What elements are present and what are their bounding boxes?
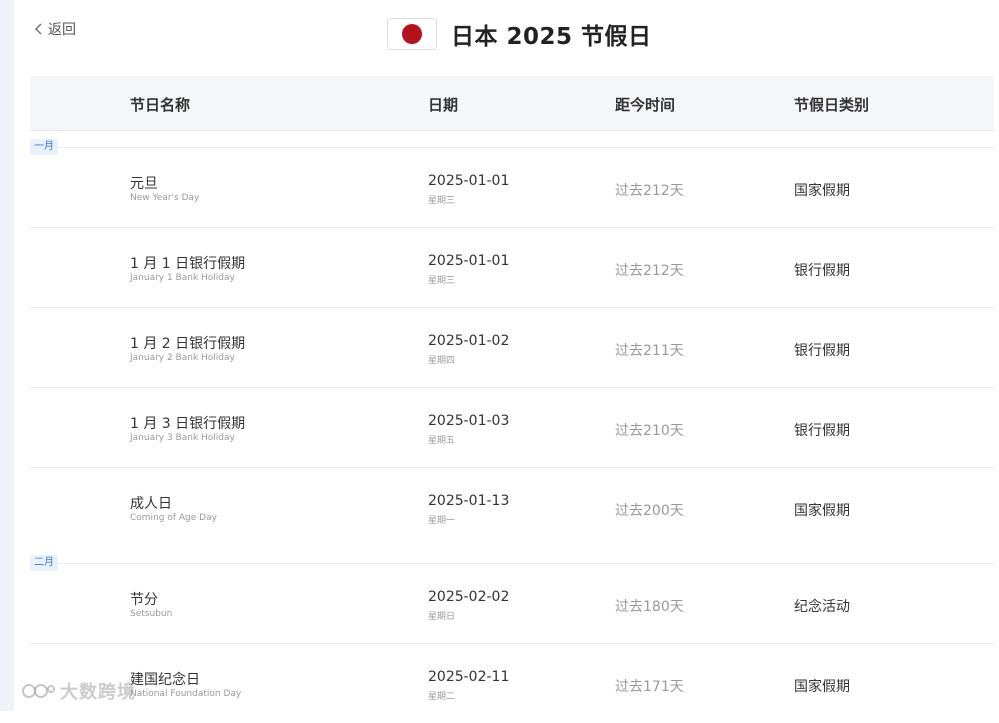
holiday-name-en: Setsubun: [130, 609, 173, 619]
holiday-distance: 过去211天: [615, 343, 684, 359]
flag-sun: [402, 24, 422, 44]
holiday-date: 2025-01-01: [428, 253, 510, 269]
chevron-left-icon: [32, 22, 46, 36]
holiday-type: 银行假期: [794, 423, 850, 439]
watermark: 大数跨境: [22, 678, 136, 704]
holiday-type: 银行假期: [794, 263, 850, 279]
holiday-name-en: National Foundation Day: [130, 689, 242, 699]
holiday-date: 2025-02-11: [428, 669, 510, 685]
holiday-name: 1 月 2 日银行假期: [130, 336, 246, 352]
table-row[interactable]: 建国纪念日 National Foundation Day 2025-02-11 星期…: [30, 643, 994, 723]
holiday-distance: 过去212天: [615, 183, 684, 199]
month-divider: 一月: [30, 131, 994, 155]
holiday-distance: 过去180天: [615, 599, 684, 615]
table-header: 节日名称 日期 距今时间 节假日类别: [30, 76, 994, 131]
holiday-weekday: 星期一: [428, 516, 456, 526]
holiday-name: 1 月 3 日银行假期: [130, 416, 246, 432]
holiday-date: 2025-02-02: [428, 589, 510, 605]
holiday-weekday: 星期二: [428, 692, 456, 702]
month-badge: 二月: [30, 555, 58, 571]
back-label: 返回: [48, 22, 76, 38]
table-row[interactable]: 1 月 2 日银行假期 January 2 Bank Holiday 2025-01…: [30, 307, 994, 387]
holiday-type: 国家假期: [794, 503, 850, 519]
month-divider: 二月: [30, 547, 994, 571]
holiday-date: 2025-01-01: [428, 173, 510, 189]
holiday-name-en: New Year's Day: [130, 193, 200, 203]
back-button[interactable]: 返回: [32, 19, 76, 39]
table-row[interactable]: 元旦 New Year's Day 2025-01-01 星期三 过去212天 国家假期: [30, 147, 994, 227]
holiday-name: 建国纪念日: [130, 672, 200, 688]
holiday-type: 纪念活动: [794, 599, 850, 615]
holiday-weekday: 星期三: [428, 196, 456, 206]
holiday-name: 节分: [130, 592, 158, 608]
table-row[interactable]: 成人日 Coming of Age Day 2025-01-13 星期一 过去200天 国…: [30, 467, 994, 547]
table-row[interactable]: 1 月 1 日银行假期 January 1 Bank Holiday 2025-01…: [30, 227, 994, 307]
holiday-weekday: 星期四: [428, 356, 456, 366]
column-header-distance: 距今时间: [615, 96, 676, 114]
watermark-text: 大数跨境: [60, 682, 136, 703]
page-header: 日本 2025 节假日: [387, 17, 652, 51]
page-title: 日本 2025 节假日: [451, 24, 652, 50]
holiday-date: 2025-01-13: [428, 493, 510, 509]
japan-flag-icon: [387, 18, 437, 50]
holiday-type: 国家假期: [794, 183, 850, 199]
month-badge: 一月: [30, 139, 58, 155]
holiday-name: 成人日: [130, 496, 172, 512]
holiday-distance: 过去212天: [615, 263, 684, 279]
table-row[interactable]: 节分 Setsubun 2025-02-02 星期日 过去180天 纪念活动: [30, 563, 994, 643]
brand-logo-icon: [22, 682, 56, 700]
holiday-name-en: Coming of Age Day: [130, 513, 217, 523]
holiday-distance: 过去210天: [615, 423, 684, 439]
holiday-weekday: 星期日: [428, 612, 456, 622]
holiday-distance: 过去200天: [615, 503, 684, 519]
holiday-weekday: 星期三: [428, 276, 456, 286]
holiday-name-en: January 1 Bank Holiday: [130, 273, 235, 283]
holiday-date: 2025-01-02: [428, 333, 510, 349]
holiday-distance: 过去171天: [615, 679, 684, 695]
holiday-type: 国家假期: [794, 679, 850, 695]
table-body: 一月 元旦 New Year's Day 2025-01-01 星期三 过去212天 国家假…: [30, 131, 994, 723]
holiday-weekday: 星期五: [428, 436, 456, 446]
column-header-type: 节假日类别: [794, 96, 870, 114]
holiday-table: 节日名称 日期 距今时间 节假日类别 一月元旦 New Year's Day 202…: [30, 76, 994, 723]
column-header-name: 节日名称: [130, 96, 191, 114]
left-edge-strip: [0, 0, 14, 711]
holiday-type: 银行假期: [794, 343, 850, 359]
holiday-page: 返回 日本 2025 节假日 节日名称 日期 距今时间 节假日类别 一月 元旦 Ne…: [14, 0, 999, 711]
column-header-date: 日期: [428, 96, 459, 114]
holiday-name-en: January 2 Bank Holiday: [130, 353, 235, 363]
table-row[interactable]: 1 月 3 日银行假期 January 3 Bank Holiday 2025-01…: [30, 387, 994, 467]
holiday-name: 1 月 1 日银行假期: [130, 256, 246, 272]
holiday-name-en: January 3 Bank Holiday: [130, 433, 235, 443]
holiday-name: 元旦: [130, 176, 158, 192]
holiday-date: 2025-01-03: [428, 413, 510, 429]
